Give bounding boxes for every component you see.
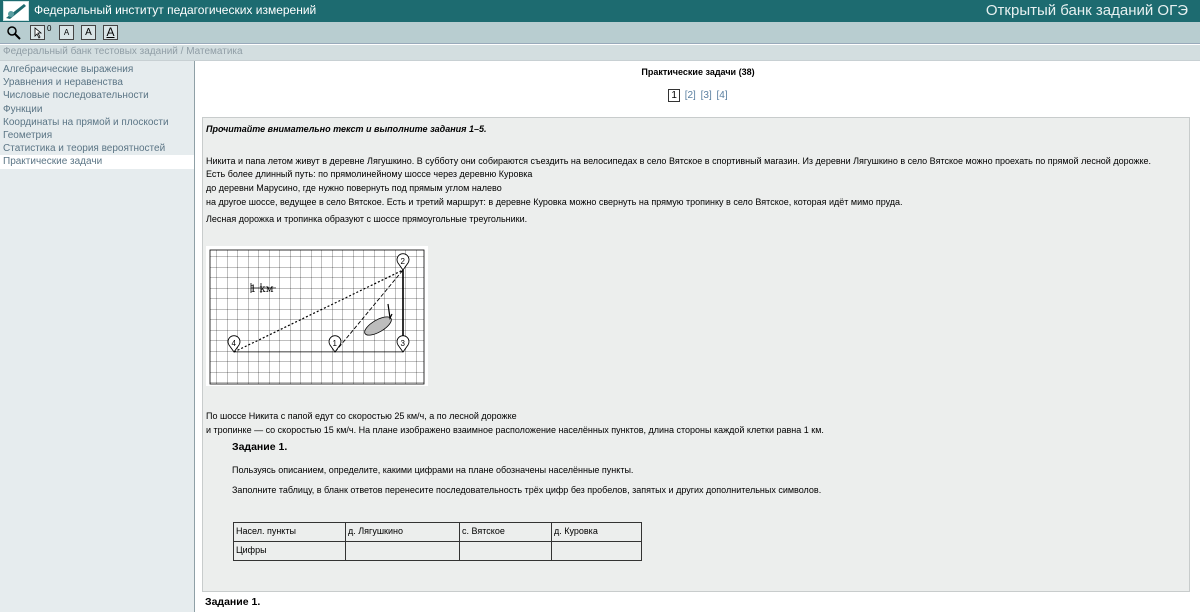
- answer-cell-kurovka[interactable]: [551, 541, 642, 561]
- next-subtask-title: Задание 1.: [205, 596, 261, 608]
- main-content: Практические задачи (38) 1 [2] [3] [4] П…: [196, 61, 1200, 612]
- speed-text-line: и тропинке — со скоростью 15 км/ч. На пл…: [206, 425, 824, 435]
- font-medium-button[interactable]: A: [81, 25, 96, 40]
- table-row: Насел. пункты д. Лягушкино с. Вятское д.…: [233, 522, 642, 542]
- fipi-logo: [3, 1, 29, 21]
- sidebar-item-coordinates[interactable]: Координаты на прямой и плоскости: [0, 116, 194, 129]
- svg-text:4: 4: [232, 339, 237, 348]
- org-title[interactable]: Федеральный институт педагогических изме…: [34, 3, 316, 17]
- page-link-4[interactable]: [4]: [717, 90, 728, 101]
- svg-text:1: 1: [333, 339, 338, 348]
- task-text-line: Лесная дорожка и тропинка образуют с шос…: [206, 214, 528, 224]
- answer-table: Насел. пункты д. Лягушкино с. Вятское д.…: [233, 522, 642, 561]
- route-map-diagram: 1 км 4 1 3 2: [206, 246, 428, 386]
- task-text-line: на другое шоссе, ведущее в село Вятское.…: [206, 197, 903, 207]
- magnifier-icon[interactable]: [6, 25, 21, 40]
- pointer-mode-button[interactable]: [30, 25, 45, 40]
- route-map-svg: 1 км 4 1 3 2: [209, 249, 425, 385]
- table-header-cell: с. Вятское: [459, 522, 552, 542]
- task-text-line: до деревни Марусино, где нужно повернуть…: [206, 183, 502, 193]
- font-small-button[interactable]: A: [59, 25, 74, 40]
- subtask-text: Заполните таблицу, в бланк ответов перен…: [232, 485, 822, 495]
- sidebar-item-statistics[interactable]: Статистика и теория вероятностей: [0, 142, 194, 155]
- subtask-title: Задание 1.: [232, 441, 288, 453]
- table-header-cell: Насел. пункты: [233, 522, 346, 542]
- next-task-header: Задание 1.: [202, 592, 1190, 612]
- sidebar-item-sequences[interactable]: Числовые последовательности: [0, 89, 194, 102]
- speed-text-line: По шоссе Никита с папой едут со скорость…: [206, 411, 517, 421]
- sidebar-item-practical[interactable]: Практические задачи: [0, 155, 194, 169]
- answer-cell-vyatskoe[interactable]: [459, 541, 552, 561]
- sidebar-item-equations[interactable]: Уравнения и неравенства: [0, 76, 194, 89]
- top-header-bar: Федеральный институт педагогических изме…: [0, 0, 1200, 22]
- table-row: Цифры: [233, 541, 642, 561]
- hand-pointer-icon: [34, 27, 43, 39]
- svg-text:3: 3: [401, 339, 406, 348]
- task-text-line: Никита и папа летом живут в деревне Лягу…: [206, 156, 1152, 166]
- table-header-cell: д. Куровка: [551, 522, 642, 542]
- pagination: 1 [2] [3] [4]: [196, 89, 1200, 102]
- logo-mark-icon: [6, 4, 26, 19]
- scale-label: 1 км: [250, 284, 274, 295]
- answer-cell-lyagushkino[interactable]: [345, 541, 460, 561]
- font-large-button[interactable]: A: [103, 25, 118, 40]
- sidebar-item-functions[interactable]: Функции: [0, 103, 194, 116]
- subtask-text: Пользуясь описанием, определите, какими …: [232, 465, 634, 475]
- table-row-label: Цифры: [233, 541, 346, 561]
- breadcrumb[interactable]: Федеральный банк тестовых заданий / Мате…: [0, 45, 1200, 61]
- sidebar-item-geometry[interactable]: Геометрия: [0, 129, 194, 142]
- table-header-cell: д. Лягушкино: [345, 522, 460, 542]
- bank-title: Открытый банк заданий ОГЭ: [985, 2, 1188, 19]
- task-text-line: Есть более длинный путь: по прямолинейно…: [206, 169, 533, 179]
- page-current: 1: [668, 89, 680, 102]
- task-intro-title: Прочитайте внимательно текст и выполните…: [206, 124, 487, 134]
- page-title: Практические задачи (38): [641, 67, 755, 77]
- page-link-3[interactable]: [3]: [701, 90, 712, 101]
- sidebar: Алгебраические выражения Уравнения и нер…: [0, 61, 195, 612]
- cursor-counter: 0: [47, 24, 52, 33]
- sidebar-item-algebraic-expressions[interactable]: Алгебраические выражения: [0, 63, 194, 76]
- toolbar: 0 A A A: [0, 22, 1200, 44]
- svg-text:2: 2: [401, 257, 406, 266]
- page-link-2[interactable]: [2]: [685, 90, 696, 101]
- task-block: Прочитайте внимательно текст и выполните…: [202, 117, 1190, 592]
